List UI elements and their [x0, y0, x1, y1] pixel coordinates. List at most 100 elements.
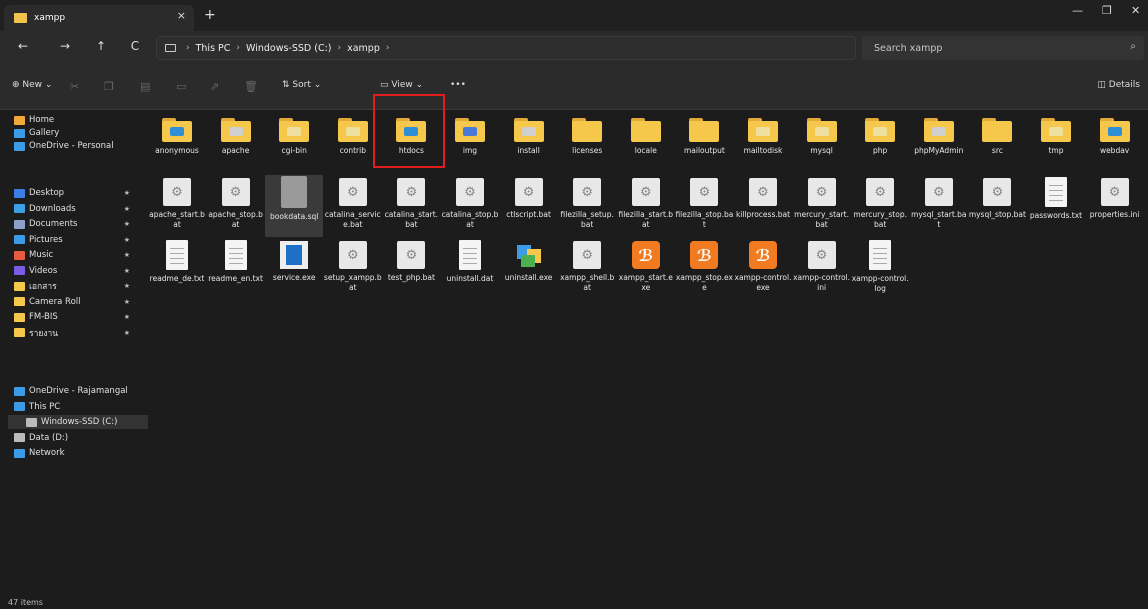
- file-item[interactable]: ⚙ xampp_shell.bat: [558, 238, 616, 300]
- pin-icon[interactable]: ★: [124, 267, 130, 275]
- file-item[interactable]: licenses: [558, 112, 616, 174]
- pin-icon[interactable]: ★: [124, 220, 130, 228]
- sidebar-item-pinned-6[interactable]: เอกสาร ★: [14, 279, 140, 293]
- file-item[interactable]: php: [851, 112, 909, 174]
- file-item[interactable]: ⚙ mysql_stop.bat: [968, 175, 1026, 237]
- details-button[interactable]: ◫ Details: [1097, 80, 1140, 90]
- file-item[interactable]: install: [500, 112, 558, 174]
- file-item[interactable]: ⚙ killprocess.bat: [734, 175, 792, 237]
- refresh-button[interactable]: C: [126, 39, 144, 53]
- file-item[interactable]: ⚙ filezilla_setup.bat: [558, 175, 616, 237]
- file-item[interactable]: ⚙ properties.ini: [1086, 175, 1144, 237]
- pin-icon[interactable]: ★: [124, 282, 130, 290]
- sidebar-item-drives-3[interactable]: Data (D:): [14, 431, 140, 445]
- file-item[interactable]: mailoutput: [675, 112, 733, 174]
- cut-icon[interactable]: ✂: [70, 80, 79, 93]
- sidebar-item-pinned-5[interactable]: Videos ★: [14, 264, 140, 278]
- file-item[interactable]: ⚙ apache_start.bat: [148, 175, 206, 237]
- breadcrumb-xampp[interactable]: xampp: [347, 43, 380, 54]
- new-tab-button[interactable]: +: [204, 7, 216, 23]
- more-options-button[interactable]: •••: [450, 80, 466, 90]
- sidebar-item-pinned-3[interactable]: Pictures ★: [14, 233, 140, 247]
- file-item[interactable]: service.exe: [265, 238, 323, 300]
- file-item[interactable]: ℬxampp-control.exe: [734, 238, 792, 300]
- file-item[interactable]: ⚙ mercury_start.bat: [793, 175, 851, 237]
- file-item[interactable]: ⚙ apache_stop.bat: [207, 175, 265, 237]
- tab-close-button[interactable]: ×: [177, 9, 186, 22]
- sidebar-item-pinned-2[interactable]: Documents ★: [14, 217, 140, 231]
- file-item[interactable]: ⚙ setup_xampp.bat: [324, 238, 382, 300]
- forward-button[interactable]: →: [56, 39, 74, 53]
- search-input[interactable]: Search xampp ⌕: [862, 36, 1144, 60]
- file-item[interactable]: apache: [207, 112, 265, 174]
- file-item[interactable]: ⚙ xampp-control.ini: [793, 238, 851, 300]
- file-item[interactable]: cgi-bin: [265, 112, 323, 174]
- copy-icon[interactable]: ❐: [104, 80, 114, 93]
- new-button[interactable]: ⊕ New ⌄: [12, 80, 52, 90]
- sidebar-item-top-2[interactable]: OneDrive - Personal: [14, 139, 140, 153]
- tab-xampp[interactable]: xampp ×: [4, 5, 194, 31]
- file-item[interactable]: ℬxampp_start.exe: [617, 238, 675, 300]
- file-item[interactable]: readme_de.txt: [148, 238, 206, 300]
- file-item[interactable]: ⚙ filezilla_stop.bat: [675, 175, 733, 237]
- file-item[interactable]: uninstall.dat: [441, 238, 499, 300]
- file-item[interactable]: webdav: [1086, 112, 1144, 174]
- pin-icon[interactable]: ★: [124, 329, 130, 337]
- file-item[interactable]: locale: [617, 112, 675, 174]
- breadcrumb-windows-ssd[interactable]: Windows-SSD (C:): [246, 43, 331, 54]
- file-item[interactable]: anonymous: [148, 112, 206, 174]
- file-item[interactable]: img: [441, 112, 499, 174]
- sidebar-item-pinned-4[interactable]: Music ★: [14, 248, 140, 262]
- file-item[interactable]: ⚙ ctlscript.bat: [500, 175, 558, 237]
- file-item[interactable]: passwords.txt: [1027, 175, 1085, 237]
- file-item[interactable]: ⚙ catalina_stop.bat: [441, 175, 499, 237]
- file-item[interactable]: ⚙ filezilla_start.bat: [617, 175, 675, 237]
- up-button[interactable]: ↑: [92, 39, 110, 53]
- pin-icon[interactable]: ★: [124, 189, 130, 197]
- file-item[interactable]: ℬxampp_stop.exe: [675, 238, 733, 300]
- share-icon[interactable]: ⇗: [210, 80, 219, 93]
- sidebar-item-drives-4[interactable]: Network: [14, 446, 140, 460]
- paste-icon[interactable]: ▤: [140, 80, 150, 93]
- file-item[interactable]: bookdata.sql: [265, 175, 324, 237]
- sidebar-item-pinned-9[interactable]: รายงาน ★: [14, 326, 140, 340]
- view-button[interactable]: ▭ View ⌄: [380, 80, 423, 90]
- file-item[interactable]: ⚙ catalina_service.bat: [324, 175, 382, 237]
- sidebar-item-drives-2[interactable]: Windows-SSD (C:): [8, 415, 148, 429]
- sidebar-item-pinned-7[interactable]: Camera Roll ★: [14, 295, 140, 309]
- sidebar-item-top-0[interactable]: Home: [14, 113, 140, 127]
- file-item[interactable]: ⚙ test_php.bat: [382, 238, 440, 300]
- file-name: passwords.txt: [1029, 211, 1083, 220]
- file-item[interactable]: readme_en.txt: [207, 238, 265, 300]
- sidebar-item-drives-0[interactable]: OneDrive - Rajamangal: [14, 384, 140, 398]
- file-item[interactable]: mailtodisk: [734, 112, 792, 174]
- sidebar-item-drives-1[interactable]: This PC: [14, 400, 140, 414]
- pin-icon[interactable]: ★: [124, 251, 130, 259]
- breadcrumb-this-pc[interactable]: This PC: [196, 43, 231, 54]
- back-button[interactable]: ←: [14, 39, 32, 53]
- file-item[interactable]: ⚙ mercury_stop.bat: [851, 175, 909, 237]
- pin-icon[interactable]: ★: [124, 236, 130, 244]
- pin-icon[interactable]: ★: [124, 298, 130, 306]
- delete-icon[interactable]: 🗑: [244, 80, 258, 93]
- rename-icon[interactable]: ▭: [176, 80, 186, 93]
- maximize-button[interactable]: ❐: [1102, 4, 1112, 17]
- sidebar-item-top-1[interactable]: Gallery: [14, 126, 140, 140]
- close-button[interactable]: ✕: [1131, 4, 1140, 17]
- file-item[interactable]: ⚙ catalina_start.bat: [382, 175, 440, 237]
- sidebar-item-pinned-8[interactable]: FM-BIS ★: [14, 310, 140, 324]
- file-item[interactable]: xampp-control.log: [851, 238, 909, 300]
- file-item[interactable]: phpMyAdmin: [910, 112, 968, 174]
- address-bar[interactable]: › This PC › Windows-SSD (C:) › xampp ›: [156, 36, 856, 60]
- sort-button[interactable]: ⇅ Sort ⌄: [282, 80, 321, 90]
- file-item[interactable]: tmp: [1027, 112, 1085, 174]
- file-item[interactable]: uninstall.exe: [500, 238, 558, 300]
- sidebar-item-pinned-1[interactable]: Downloads ★: [14, 202, 140, 216]
- file-item[interactable]: mysql: [793, 112, 851, 174]
- minimize-button[interactable]: —: [1072, 4, 1083, 17]
- file-item[interactable]: ⚙ mysql_start.bat: [910, 175, 968, 237]
- pin-icon[interactable]: ★: [124, 205, 130, 213]
- file-item[interactable]: src: [968, 112, 1026, 174]
- sidebar-item-pinned-0[interactable]: Desktop ★: [14, 186, 140, 200]
- pin-icon[interactable]: ★: [124, 313, 130, 321]
